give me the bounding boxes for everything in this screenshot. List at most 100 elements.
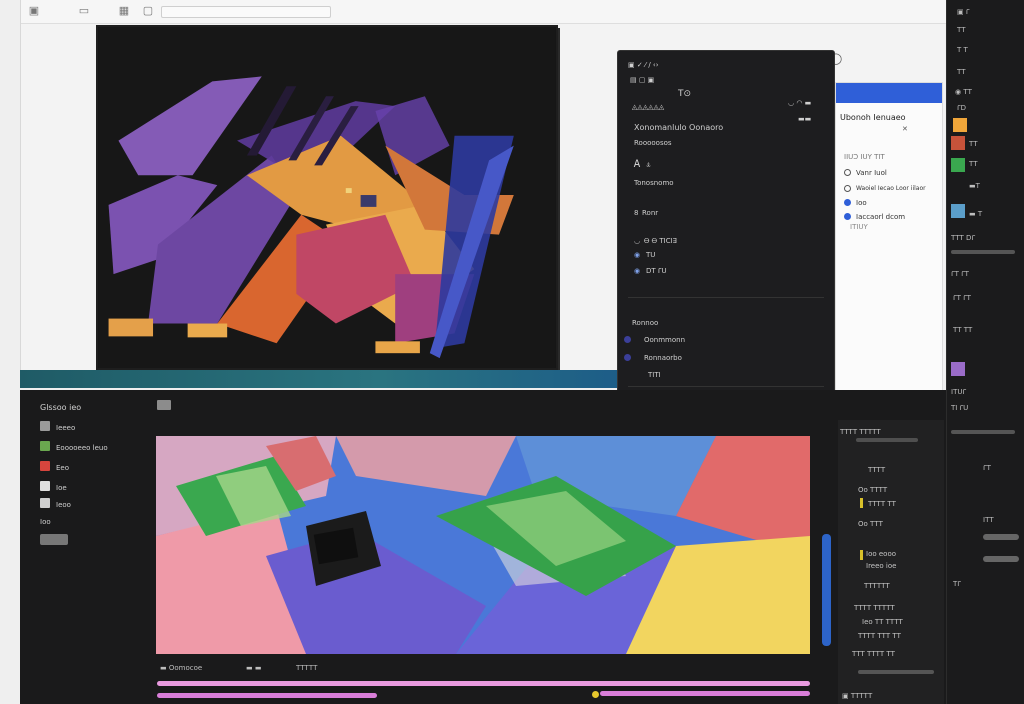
inspector-item[interactable]: Ieo ꓔꓔ ꓔꓔꓔꓔ [862,618,903,626]
lower-item-label[interactable]: Oonmmonn [644,336,685,344]
layer-thumbnail[interactable] [40,461,50,471]
lower-item-label[interactable]: Ronnaorbo [644,354,682,362]
strip-label[interactable]: ꓔꓔ [969,160,978,168]
panel-subtitle: Rooooosos [634,139,672,147]
strip-label[interactable]: ꓩꓔ [983,464,991,472]
layer-label[interactable]: Ioo [40,518,51,526]
layer-thumbnail[interactable] [40,481,50,491]
strip-label[interactable]: ꓔꓔ [969,140,978,148]
option-label[interactable]: Ioo [856,199,867,207]
inspector-footer: ▣ ꓔꓔꓔꓔꓔ [842,692,873,700]
option-radio[interactable] [844,185,851,192]
lower-item-label[interactable]: ꓔꓲꓔꓲ [648,371,661,379]
option-radio[interactable] [844,169,851,176]
color-swatch[interactable] [951,136,965,150]
list-item-label[interactable]: Ronr [642,209,658,217]
preview-scrollbar[interactable] [822,534,831,646]
inspector-item[interactable]: Ioo eooo [866,550,896,558]
strip-label[interactable]: ◉ ꓔꓔ [955,88,972,96]
strip-label[interactable]: ꓔꓔ [957,26,966,34]
strip-label[interactable]: ▣ ꓩ [957,8,969,16]
panel-row1-icons[interactable]: ▤ ▢ ▣ [630,76,654,84]
folder-icon[interactable]: ▭ [77,4,91,18]
top-toolbar: ▣ ▭ ▦ ▢ ⌾ ▬▬▬▬▬ ◐ ◯ [21,0,946,65]
option-radio-selected[interactable] [844,199,851,206]
color-swatch[interactable] [953,118,967,132]
inspector-item[interactable]: Oo ꓔꓔꓔꓔ [858,486,887,494]
option-radio-selected[interactable] [844,213,851,220]
inspector-item[interactable]: ꓔꓔꓔꓔ ꓔꓔꓔ ꓔꓔ [858,632,901,640]
strip-label[interactable]: ꓔꓩ [953,580,961,588]
strip-label[interactable]: ꓔꓔ [957,68,966,76]
inspector-slider[interactable] [856,438,918,442]
close-icon[interactable]: ✕ [902,125,908,133]
list-item-icon: ◉ [634,251,641,259]
panel-small-label: ▬▬ [798,115,812,123]
inspector-item[interactable]: ꓔꓔꓔ ꓔꓔꓔꓔ ꓔꓔ [852,650,895,658]
inspector-slider[interactable] [858,670,934,674]
properties-panel: Ubonoh Ienuaeo ✕ ꓲꓲꓴꓛ ꓲꓴꓬ ꓔꓲꓔ Vanr Iuol … [835,82,943,422]
artboard-canvas[interactable] [96,25,558,370]
layer-label[interactable]: Eooooeeo leuo [56,444,108,452]
option-label[interactable]: Iaccaorl dcom [856,213,905,221]
app-icon[interactable]: ▣ [27,4,41,18]
inspector-subheader: ꓔꓔꓔꓔ [868,466,886,474]
timeline-controls[interactable]: ▬ ▬ [246,664,261,672]
strip-label[interactable]: ꓩꓔ ꓩꓔ [953,294,971,302]
add-layer-button[interactable] [40,534,68,545]
playhead-marker[interactable] [592,691,599,698]
preview-canvas[interactable] [156,436,810,654]
list-item-label[interactable]: Ꮎ Ꮎ ꓔꓲꓚꓲꓱ [644,237,677,246]
strip-label[interactable]: ꓩꓓ [957,104,966,112]
strip-label[interactable]: ꓩꓔ ꓩꓔ [951,270,969,278]
option-label[interactable]: Waoiel Iecao Loor iilaor [856,185,926,192]
tab-icon[interactable]: ▢ [141,4,155,18]
strip-slider[interactable] [951,430,1015,434]
panel-header-icons[interactable]: ▣ ✓ ⁄ / ‹› [628,61,659,69]
strip-toggle[interactable] [983,556,1019,562]
text-tool-icon[interactable]: T⊙ [678,89,691,99]
strip-label[interactable]: ꓔꓔꓔ ꓓꓩ [951,234,975,242]
list-item-label[interactable]: ꓔꓴ [646,251,655,259]
layer-label[interactable]: Eeo [56,464,69,472]
strip-slider[interactable] [951,250,1015,254]
layer-thumbnail[interactable] [40,498,50,508]
inspector-item[interactable]: ꓔꓔꓔꓔ ꓔꓔ [868,500,896,508]
toolbar-path-field[interactable] [161,6,331,18]
option-label[interactable]: Vanr Iuol [856,169,887,177]
preview-toggle-icon[interactable] [157,400,171,410]
timeline-clip[interactable] [157,693,377,698]
inspector-item[interactable]: ꓔꓔꓔꓔꓔꓔ [864,582,890,590]
tool-options-panel: ▣ ✓ ⁄ / ‹› ▤ ▢ ▣ T⊙ ◡ ◠ ▬ ◬◬◬◬◬◬ ▬▬ Xono… [617,50,835,418]
layer-thumbnail[interactable] [40,441,50,451]
inspector-header: ꓔꓔꓔꓔ ꓔꓔꓔꓔꓔ [840,428,881,436]
list-item-label[interactable]: ꓓꓔ ꓩꓴ [646,267,667,275]
strip-label[interactable]: ꓔꓲ ꓩꓴ [951,404,968,412]
inspector-item[interactable]: ꓔꓔꓔꓔ ꓔꓔꓔꓔꓔ [854,604,895,612]
timeline-track-label[interactable]: ▬ Oomocoe [160,664,202,672]
inspector-marker [860,498,863,508]
strip-label[interactable]: ▬ꓔ [969,182,980,190]
strip-label[interactable]: ꓲꓔꓔ [983,516,994,524]
strip-toggle[interactable] [983,534,1019,540]
color-swatch[interactable] [951,158,965,172]
inspector-item[interactable]: Ireeo ioe [866,562,896,570]
layer-label[interactable]: Ieeeo [56,424,75,432]
color-swatch[interactable] [951,204,965,218]
list-item-label[interactable]: Tonosnomo [634,179,674,187]
strip-label[interactable]: ▬ ꓔ [969,210,982,218]
layer-thumbnail[interactable] [40,421,50,431]
grid-icon[interactable]: ▦ [117,4,131,18]
lower-item-dot [624,354,631,361]
strip-label[interactable]: ꓔꓔ ꓔꓔ [953,326,972,334]
list-item-label[interactable]: ꕊ [646,161,651,170]
panel-row1-controls[interactable]: ◡ ◠ ▬ [788,99,811,107]
strip-label[interactable]: ꓔ ꓔ [957,46,968,54]
strip-label[interactable]: ꓲꓔꓴꓩ [951,388,966,396]
inspector-item[interactable]: Oo ꓔꓔꓔ [858,520,883,528]
color-swatch[interactable] [951,362,965,376]
layer-label[interactable]: Ioe [56,484,67,492]
timeline-clip[interactable] [157,681,810,686]
layer-label[interactable]: Ieoo [56,501,71,509]
timeline-clip[interactable] [600,691,810,696]
